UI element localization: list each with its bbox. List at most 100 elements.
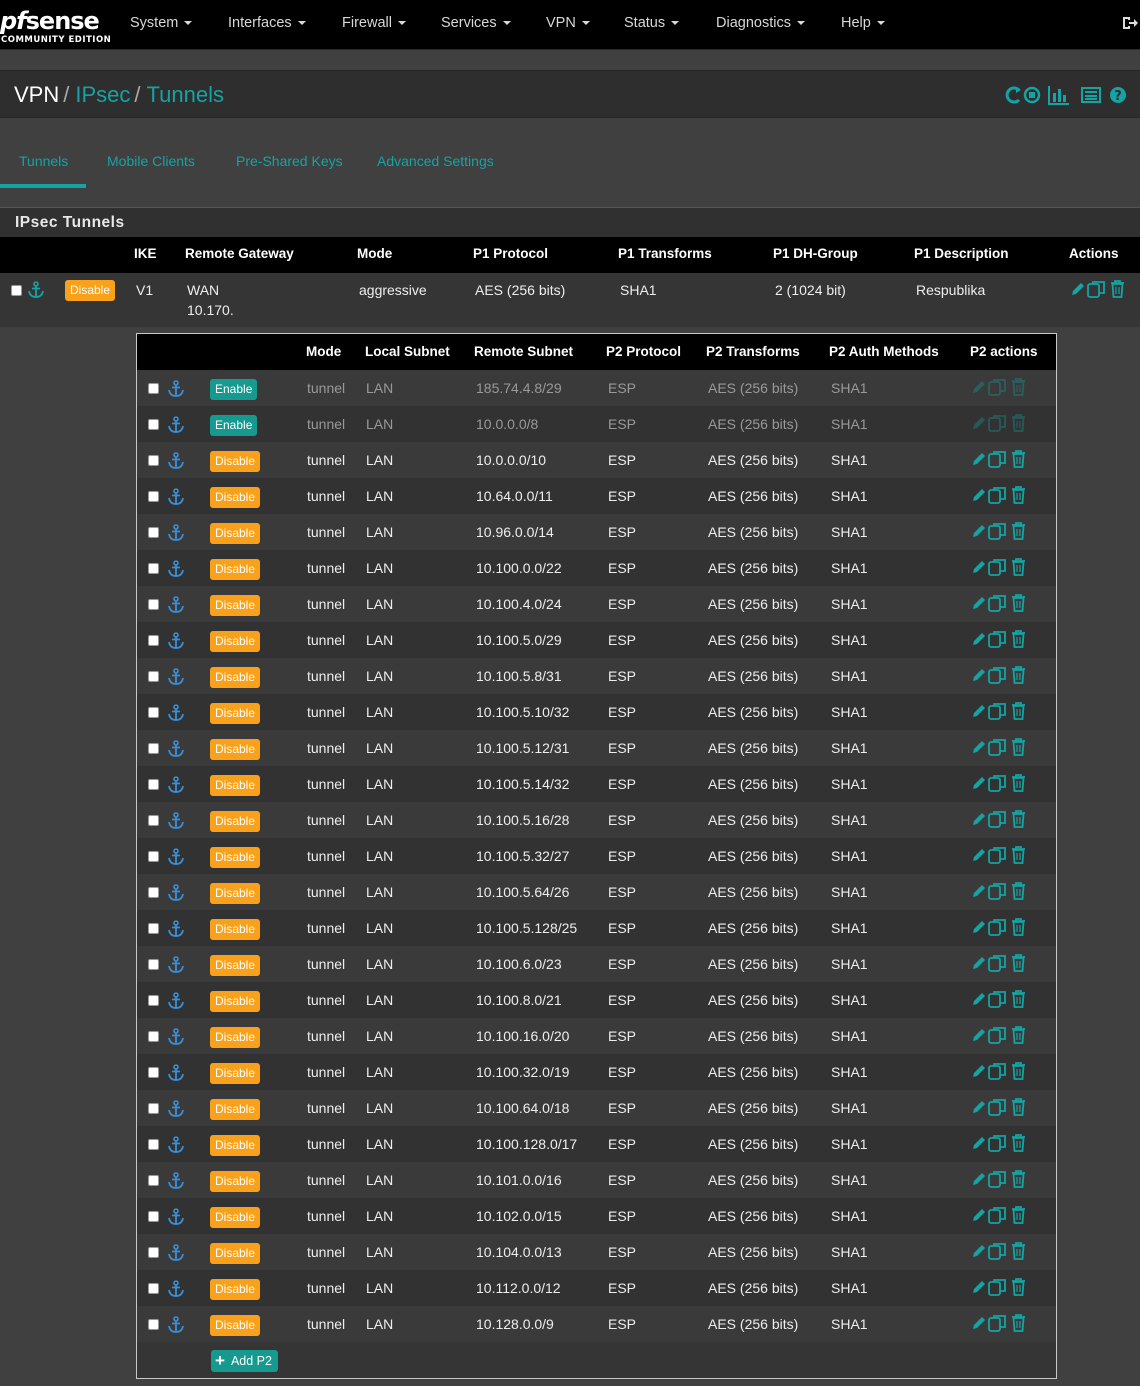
status-chart-icon[interactable] [1048,85,1070,108]
delete-icon[interactable] [1011,522,1026,540]
anchor-icon[interactable] [167,524,185,542]
edit-icon[interactable] [971,846,986,864]
delete-icon[interactable] [1011,630,1026,648]
delete-icon[interactable] [1011,594,1026,612]
edit-icon[interactable] [971,918,986,936]
edit-icon[interactable] [971,1170,986,1188]
p2-toggle-button[interactable]: Disable [210,1243,261,1264]
p2-select-checkbox[interactable] [148,383,159,394]
p2-toggle-button[interactable]: Enable [210,379,258,400]
p2-select-checkbox[interactable] [148,1319,159,1330]
p2-toggle-button[interactable]: Disable [210,1099,261,1120]
edit-icon[interactable] [971,1098,986,1116]
edit-icon[interactable] [971,630,986,648]
delete-icon[interactable] [1011,702,1026,720]
delete-icon[interactable] [1011,666,1026,684]
edit-icon[interactable] [971,1026,986,1044]
anchor-icon[interactable] [167,416,185,434]
delete-icon[interactable] [1011,1206,1026,1224]
p2-select-checkbox[interactable] [148,851,159,862]
delete-icon[interactable] [1011,846,1026,864]
copy-icon[interactable] [988,594,1007,612]
p2-toggle-button[interactable]: Disable [210,739,261,760]
copy-icon[interactable] [988,1098,1007,1116]
help-icon[interactable]: ? [1108,85,1128,108]
anchor-icon[interactable] [167,380,185,398]
delete-icon[interactable] [1011,1314,1026,1332]
p2-select-checkbox[interactable] [148,1247,159,1258]
nav-interfaces[interactable]: Interfaces [228,15,306,31]
nav-firewall[interactable]: Firewall [342,15,406,31]
anchor-icon[interactable] [167,884,185,902]
anchor-icon[interactable] [167,668,185,686]
p1-select-checkbox[interactable] [11,285,22,296]
add-p2-button[interactable]: + Add P2 [211,1350,278,1372]
p2-toggle-button[interactable]: Disable [210,1207,261,1228]
p2-select-checkbox[interactable] [148,455,159,466]
p2-toggle-button[interactable]: Disable [210,631,261,652]
breadcrumb-ipsec[interactable]: IPsec [75,82,130,107]
p2-toggle-button[interactable]: Disable [210,1135,261,1156]
edit-icon[interactable] [971,666,986,684]
anchor-icon[interactable] [167,1280,185,1298]
copy-icon[interactable] [988,1134,1007,1152]
edit-icon[interactable] [971,954,986,972]
delete-icon[interactable] [1011,1170,1026,1188]
anchor-icon[interactable] [167,848,185,866]
copy-icon[interactable] [988,774,1007,792]
edit-icon[interactable] [971,774,986,792]
tab-tunnels[interactable]: Tunnels [19,153,68,169]
nav-system[interactable]: System [130,15,193,31]
edit-icon[interactable] [971,990,986,1008]
p2-toggle-button[interactable]: Disable [210,847,261,868]
anchor-icon[interactable] [167,740,185,758]
anchor-icon[interactable] [167,1100,185,1118]
anchor-icon[interactable] [167,704,185,722]
edit-icon[interactable] [971,522,986,540]
tab-advanced-settings[interactable]: Advanced Settings [377,153,494,169]
copy-icon[interactable] [988,486,1007,504]
nav-vpn[interactable]: VPN [546,15,590,31]
edit-icon[interactable] [971,378,986,396]
p2-toggle-button[interactable]: Disable [210,1279,261,1300]
p2-select-checkbox[interactable] [148,707,159,718]
copy-icon[interactable] [988,450,1007,468]
copy-icon[interactable] [988,918,1007,936]
nav-status[interactable]: Status [624,15,680,31]
edit-icon[interactable] [971,558,986,576]
nav-services[interactable]: Services [441,15,511,31]
p2-select-checkbox[interactable] [148,1139,159,1150]
copy-icon[interactable] [988,1278,1007,1296]
breadcrumb-tunnels[interactable]: Tunnels [147,82,224,107]
p2-select-checkbox[interactable] [148,563,159,574]
p2-toggle-button[interactable]: Disable [210,883,261,904]
p2-select-checkbox[interactable] [148,1103,159,1114]
delete-icon[interactable] [1011,414,1026,432]
delete-icon[interactable] [1011,738,1026,756]
anchor-icon[interactable] [167,1316,185,1334]
p2-select-checkbox[interactable] [148,1175,159,1186]
anchor-icon[interactable] [167,452,185,470]
log-icon[interactable] [1081,85,1101,108]
p2-select-checkbox[interactable] [148,635,159,646]
delete-icon[interactable] [1011,558,1026,576]
p2-toggle-button[interactable]: Disable [210,487,261,508]
edit-icon[interactable] [971,1062,986,1080]
p2-toggle-button[interactable]: Disable [210,991,261,1012]
edit-icon[interactable] [971,702,986,720]
anchor-icon[interactable] [167,812,185,830]
anchor-icon[interactable] [167,956,185,974]
edit-icon[interactable] [971,810,986,828]
p2-toggle-button[interactable]: Disable [210,1171,261,1192]
pfsense-logo[interactable]: pfsense COMMUNITY EDITION [0,6,111,46]
copy-icon[interactable] [988,1242,1007,1260]
edit-icon[interactable] [971,1314,986,1332]
anchor-icon[interactable] [167,560,185,578]
p2-toggle-button[interactable]: Disable [210,811,261,832]
delete-icon[interactable] [1011,378,1026,396]
delete-icon[interactable] [1011,954,1026,972]
anchor-icon[interactable] [167,920,185,938]
nav-diagnostics[interactable]: Diagnostics [716,15,805,31]
delete-icon[interactable] [1011,1242,1026,1260]
p1-disable-button[interactable]: Disable [65,280,116,301]
